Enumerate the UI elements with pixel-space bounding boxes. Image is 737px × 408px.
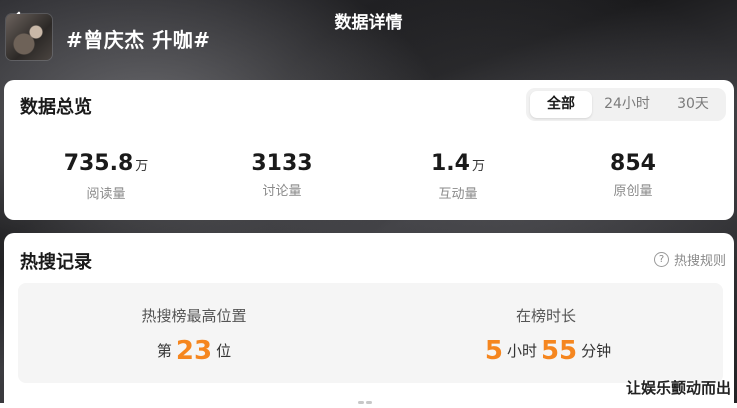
overview-title: 数据总览 — [20, 97, 92, 118]
best-position-prefix: 第 — [156, 342, 172, 360]
page-indicator — [358, 389, 378, 404]
time-range-tabs: 全部 24小时 30天 — [526, 88, 726, 121]
stat-reads: 735.8 万 阅读量 — [21, 150, 191, 202]
question-circle-icon: ? — [653, 252, 669, 267]
stat-originals: 854 原创量 — [548, 150, 718, 199]
stat-interactions-unit: 万 — [471, 159, 485, 174]
tab-24h[interactable]: 24小时 — [594, 91, 660, 118]
hot-search-card: 热搜记录 ? 热搜规则 热搜榜最高位置 第 23 位 在榜时长 5 小时 55 分钟 — [4, 233, 734, 408]
best-position: 热搜榜最高位置 第 23 位 — [18, 305, 370, 366]
duration-hours-unit: 小时 — [506, 342, 537, 360]
stat-originals-value: 854 — [610, 151, 656, 176]
header: #曾庆杰 升咖# 数据详情 — [0, 0, 737, 76]
best-position-suffix: 位 — [216, 342, 232, 360]
stat-interactions-value: 1.4 — [431, 151, 470, 176]
stat-originals-label: 原创量 — [613, 184, 653, 199]
stat-discussions: 3133 讨论量 — [197, 150, 367, 199]
best-position-value: 23 — [175, 336, 213, 366]
duration-minutes: 55 — [540, 336, 578, 366]
best-position-label: 热搜榜最高位置 — [141, 307, 247, 325]
stat-reads-unit: 万 — [135, 159, 149, 174]
hot-search-rules-link[interactable]: ? 热搜规则 — [653, 250, 726, 269]
hot-search-stats: 热搜榜最高位置 第 23 位 在榜时长 5 小时 55 分钟 — [18, 283, 723, 383]
stat-discussions-value: 3133 — [251, 151, 313, 176]
tab-30d[interactable]: 30天 — [662, 91, 724, 118]
stat-interactions-label: 互动量 — [438, 187, 478, 202]
tab-all[interactable]: 全部 — [530, 91, 592, 118]
time-on-list: 在榜时长 5 小时 55 分钟 — [370, 305, 722, 366]
stat-reads-value: 735.8 — [63, 151, 134, 176]
time-on-list-label: 在榜时长 — [515, 307, 576, 325]
overview-card: 数据总览 全部 24小时 30天 735.8 万 阅读量 3133 讨论量 1.4… — [4, 80, 734, 220]
stat-discussions-label: 讨论量 — [262, 184, 302, 199]
page-title: 数据详情 — [334, 13, 403, 33]
duration-hours: 5 — [484, 336, 503, 366]
hot-search-rules-label: 热搜规则 — [673, 254, 726, 269]
stat-reads-label: 阅读量 — [86, 187, 126, 202]
duration-minutes-unit: 分钟 — [581, 342, 612, 360]
hot-search-title: 热搜记录 — [20, 252, 92, 273]
watermark: 让娱乐颤动而出 — [625, 379, 731, 397]
stat-interactions: 1.4 万 互动量 — [373, 150, 543, 202]
